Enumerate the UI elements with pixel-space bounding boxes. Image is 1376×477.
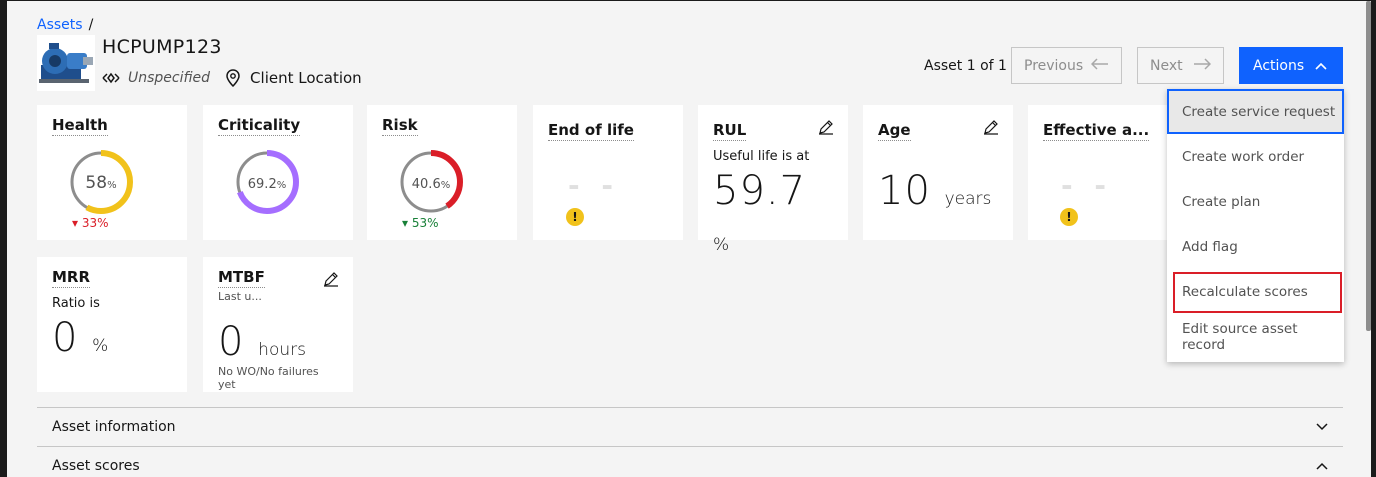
asset-meta: Unspecified Client Location <box>102 69 362 87</box>
end-of-life-card[interactable]: End of life - - ! <box>533 105 683 240</box>
criticality-card[interactable]: Criticality 69.2% <box>203 105 353 240</box>
age-value: 10 <box>878 168 931 214</box>
age-title: Age <box>878 121 911 141</box>
menu-create-service-request[interactable]: Create service request <box>1167 89 1344 134</box>
health-donut-value: 58% <box>85 173 116 193</box>
rul-edit-icon[interactable] <box>818 119 834 135</box>
asset-page: Assets / HCPUMP123 Unspecified Client Loc… <box>7 1 1371 477</box>
effective-age-card[interactable]: Effective a... - - ! <box>1028 105 1178 240</box>
mrr-title: MRR <box>52 268 91 288</box>
risk-title: Risk <box>382 116 418 136</box>
breadcrumb: Assets / <box>37 17 93 33</box>
menu-add-flag[interactable]: Add flag <box>1167 224 1344 269</box>
end-of-life-title: End of life <box>548 121 634 141</box>
caret-down-icon: ▾ <box>402 216 409 230</box>
menu-create-plan[interactable]: Create plan <box>1167 179 1344 224</box>
menu-recalculate-scores[interactable]: Recalculate scores <box>1167 269 1344 314</box>
age-edit-icon[interactable] <box>983 119 999 135</box>
actions-button[interactable]: Actions <box>1239 47 1343 84</box>
next-button[interactable]: Next <box>1137 47 1224 84</box>
previous-label: Previous <box>1024 57 1084 74</box>
risk-delta: ▾ 53% <box>402 216 439 230</box>
rul-value-row: 59.7 % <box>713 168 833 260</box>
actions-menu: Create service request Create work order… <box>1167 89 1344 362</box>
age-unit: years <box>944 189 992 209</box>
mtbf-value-row: 0 hours <box>218 319 338 365</box>
effective-age-value: - - <box>1061 169 1112 202</box>
chevron-up-icon <box>1315 58 1327 74</box>
chevron-up-icon <box>1316 458 1328 474</box>
health-card[interactable]: Health 58% ▾ 33% <box>37 105 187 240</box>
menu-edit-source-asset-record[interactable]: Edit source asset record <box>1167 314 1344 359</box>
arrow-right-icon <box>1193 57 1212 74</box>
asset-information-accordion[interactable]: Asset information <box>37 407 1343 446</box>
asset-information-label: Asset information <box>52 419 176 435</box>
pager-status: Asset 1 of 1 <box>924 58 1007 74</box>
asset-type: Unspecified <box>128 70 211 86</box>
menu-create-work-order[interactable]: Create work order <box>1167 134 1344 179</box>
health-donut: 58% <box>69 150 133 214</box>
breadcrumb-separator: / <box>88 17 94 33</box>
criticality-donut: 69.2% <box>235 150 299 214</box>
risk-donut-value: 40.6% <box>412 177 450 192</box>
age-card[interactable]: Age 10 years <box>863 105 1013 240</box>
health-delta-value: 33% <box>81 216 109 230</box>
mtbf-title: MTBF <box>218 268 265 288</box>
effective-age-title: Effective a... <box>1043 121 1150 141</box>
mtbf-edit-icon[interactable] <box>323 271 339 287</box>
asset-location: Client Location <box>250 69 362 87</box>
mrr-value: 0 <box>52 315 79 361</box>
risk-donut: 40.6% <box>399 150 463 214</box>
rul-subtitle: Useful life is at <box>713 149 810 164</box>
rul-card[interactable]: RUL Useful life is at 59.7 % <box>698 105 848 255</box>
end-of-life-value: - - <box>568 169 619 202</box>
mrr-value-row: 0 % <box>52 315 172 361</box>
rul-title: RUL <box>713 121 747 141</box>
next-label: Next <box>1150 57 1183 74</box>
health-delta: ▾ 33% <box>72 216 109 230</box>
rul-value: 59.7 <box>713 168 807 214</box>
risk-delta-value: 53% <box>411 216 439 230</box>
chevron-down-icon <box>1316 419 1328 435</box>
page-scrollbar[interactable] <box>1366 1 1371 331</box>
asset-name: HCPUMP123 <box>102 36 222 58</box>
caret-down-icon: ▾ <box>72 216 79 230</box>
mtbf-card[interactable]: MTBF Last u... 0 hours No WO/No failures… <box>203 257 353 392</box>
age-value-row: 10 years <box>878 168 998 214</box>
mrr-card[interactable]: MRR Ratio is 0 % <box>37 257 187 392</box>
mtbf-footnote: No WO/No failures yet <box>218 365 319 391</box>
location-icon <box>224 69 242 87</box>
warning-icon: ! <box>566 208 584 226</box>
risk-card[interactable]: Risk 40.6% ▾ 53% <box>367 105 517 240</box>
actions-label: Actions <box>1253 57 1305 74</box>
mtbf-value: 0 <box>218 319 245 365</box>
criticality-title: Criticality <box>218 116 301 136</box>
mtbf-unit: hours <box>258 340 306 360</box>
warning-icon: ! <box>1060 208 1078 226</box>
mrr-subtitle: Ratio is <box>52 296 100 311</box>
asset-type-icon <box>102 69 120 87</box>
arrow-left-icon <box>1090 57 1109 74</box>
health-title: Health <box>52 116 108 136</box>
rul-unit: % <box>713 235 730 255</box>
mrr-unit: % <box>92 336 109 356</box>
asset-scores-accordion[interactable]: Asset scores <box>37 446 1343 477</box>
breadcrumb-assets-link[interactable]: Assets <box>37 17 83 33</box>
criticality-donut-value: 69.2% <box>248 177 286 192</box>
asset-scores-label: Asset scores <box>52 458 140 474</box>
mtbf-subtitle: Last u... <box>218 290 262 303</box>
previous-button[interactable]: Previous <box>1011 47 1122 84</box>
asset-thumbnail <box>37 35 95 91</box>
